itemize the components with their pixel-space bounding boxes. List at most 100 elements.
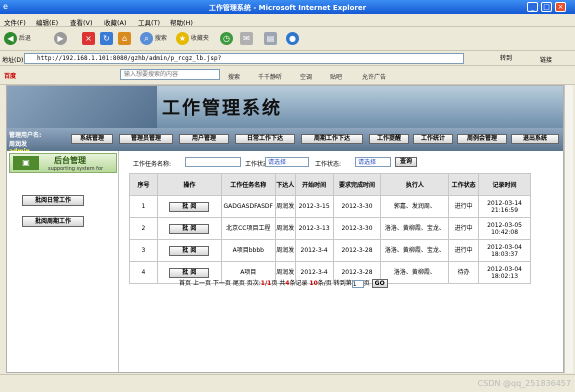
- nav-admin[interactable]: 管理员管理: [119, 134, 173, 144]
- window-title: 工作管理系统 - Microsoft Internet Explorer: [208, 4, 367, 12]
- messenger-icon: ●: [286, 32, 299, 45]
- sidebar-title: 后台管理: [54, 156, 86, 165]
- links-label[interactable]: 链接: [540, 55, 552, 64]
- goto-unit: 页: [363, 280, 370, 287]
- mail-button[interactable]: ✉: [240, 32, 253, 46]
- toolbar-item-ads[interactable]: 允许广告: [362, 72, 386, 81]
- mail-icon: ✉: [240, 32, 253, 45]
- cell-issuer: 周润发: [274, 239, 296, 262]
- nav-periodic-issue[interactable]: 周期工作下达: [301, 134, 363, 144]
- go-button[interactable]: 转到: [500, 53, 512, 62]
- search-button[interactable]: ⌕ 搜索: [140, 32, 167, 46]
- status2-select[interactable]: 请选择: [355, 157, 391, 167]
- sidebar: ▣ 后台管理 supporting system for 批阅日常工作 批阅周期…: [7, 151, 119, 372]
- page-current: 1/1: [260, 280, 272, 287]
- col-status: 工作状态: [448, 173, 480, 196]
- sidebar-review-daily[interactable]: 批阅日常工作: [22, 195, 84, 206]
- toolbar-search-input[interactable]: 输入想要搜索的内容: [120, 69, 220, 80]
- cell-issuer: 周润发: [274, 217, 296, 240]
- address-label: 地址(D): [2, 57, 24, 64]
- review-button[interactable]: 批 阅: [169, 201, 210, 212]
- messenger-button[interactable]: ●: [286, 32, 299, 46]
- main-nav: 管理用户名: 周润发 admin 系统管理 管理员管理 用户管理 日常工作下达 …: [7, 128, 563, 155]
- toolbar-item-aircon[interactable]: 空调: [300, 72, 312, 81]
- col-action: 操作: [156, 173, 222, 196]
- page-next-link[interactable]: 下一页: [213, 280, 231, 287]
- nav-system[interactable]: 系统管理: [71, 134, 113, 144]
- table-header-row: 序号 操作 工作任务名称 下达人 开始时间 要求完成时间 执行人 工作状态 记录…: [129, 173, 531, 196]
- maximize-button[interactable]: □: [541, 2, 552, 12]
- table-row: 3 批 阅 A项目bbbb 周润发 2012-3-4 2012-3-28 洛洛、…: [129, 239, 531, 262]
- back-button[interactable]: ◀ 后退: [4, 32, 31, 46]
- close-button[interactable]: ×: [555, 2, 566, 12]
- page-first-link[interactable]: 首页: [179, 280, 191, 287]
- favorites-button[interactable]: ★ 收藏夹: [176, 32, 209, 46]
- task-name-input[interactable]: [185, 157, 241, 167]
- menu-view[interactable]: 查看(V): [70, 17, 93, 27]
- pagination: 首页 上一页 下一页 尾页 页次:1/1页 共4条记录 10条/页 转到第1 页 …: [179, 278, 388, 288]
- nav-logout[interactable]: 退出系统: [511, 134, 559, 144]
- nav-statistics[interactable]: 工作统计: [413, 134, 453, 144]
- page-label: 页次:: [246, 280, 261, 287]
- history-button[interactable]: ◷: [220, 32, 233, 46]
- review-button[interactable]: 批 阅: [169, 245, 210, 256]
- address-input[interactable]: http://192.168.1.101:8080/gzhb/admin/p_r…: [24, 53, 464, 64]
- toolbar-search-button[interactable]: 搜索: [228, 72, 240, 81]
- refresh-button[interactable]: ↻: [100, 32, 113, 46]
- cell-no: 2: [129, 217, 158, 240]
- home-button[interactable]: ⌂: [118, 32, 131, 46]
- sidebar-subtitle: supporting system for: [48, 166, 104, 172]
- cell-due: 2012-3-30: [332, 217, 382, 240]
- cell-start: 2012-3-13: [294, 217, 334, 240]
- refresh-icon: ↻: [100, 32, 113, 45]
- stop-button[interactable]: ×: [82, 32, 95, 46]
- goto-page-input[interactable]: 1: [351, 279, 364, 288]
- query-button[interactable]: 查询: [395, 157, 417, 167]
- cell-task-name: A项目bbbb: [220, 239, 276, 262]
- minimize-button[interactable]: _: [527, 2, 538, 12]
- page-last-link[interactable]: 尾页: [233, 280, 245, 287]
- per-page-unit: 条/页: [317, 280, 332, 287]
- app-title: 工作管理系统: [162, 98, 282, 119]
- banner-image: [7, 86, 157, 128]
- col-due: 要求完成时间: [332, 173, 382, 196]
- total-unit: 条记录: [289, 280, 308, 287]
- col-issuer: 下达人: [274, 173, 296, 196]
- col-task-name: 工作任务名称: [220, 173, 276, 196]
- home-icon: ⌂: [118, 32, 131, 45]
- goto-button[interactable]: GO: [371, 279, 388, 288]
- menu-help[interactable]: 帮助(H): [170, 17, 193, 27]
- table-row: 1 批 阅 GADGASDFASDF 周润发 2012-3-15 2012-3-…: [129, 195, 531, 218]
- sidebar-review-periodic[interactable]: 批阅周期工作: [22, 216, 84, 227]
- nav-daily-issue[interactable]: 日常工作下达: [235, 134, 295, 144]
- menu-favorites[interactable]: 收藏(A): [104, 17, 127, 27]
- cell-task-name: GADGASDFASDF: [220, 195, 276, 218]
- menu-bar: 文件(F) 编辑(E) 查看(V) 收藏(A) 工具(T) 帮助(H): [0, 14, 575, 27]
- cell-executor: 洛洛、黄柳霞、宝龙、: [380, 217, 450, 240]
- nav-weekly-meeting[interactable]: 周例会管理: [457, 134, 507, 144]
- cell-no: 4: [129, 261, 158, 284]
- cell-no: 3: [129, 239, 158, 262]
- page-unit: 页: [271, 280, 278, 287]
- status1-select[interactable]: 请选择: [265, 157, 309, 167]
- page-prev-link[interactable]: 上一页: [193, 280, 211, 287]
- review-button[interactable]: 批 阅: [169, 267, 210, 278]
- toolbar-item-ttplayer[interactable]: 千千静听: [258, 72, 282, 81]
- print-button[interactable]: ▤: [264, 32, 277, 46]
- menu-edit[interactable]: 编辑(E): [36, 17, 58, 27]
- cell-start: 2012-3-15: [294, 195, 334, 218]
- cell-action: 批 阅: [156, 195, 222, 218]
- menu-file[interactable]: 文件(F): [4, 17, 26, 27]
- toolbar-item-tieba[interactable]: 贴吧: [330, 72, 342, 81]
- user-role: 周润发: [9, 141, 28, 148]
- review-button[interactable]: 批 阅: [169, 223, 210, 234]
- sidebar-header: ▣ 后台管理 supporting system for: [9, 153, 117, 173]
- nav-reminders[interactable]: 工作提醒: [369, 134, 409, 144]
- app-banner: 工作管理系统: [7, 86, 563, 128]
- admin-monitor-icon: ▣: [13, 156, 39, 170]
- menu-tools[interactable]: 工具(T): [138, 17, 160, 27]
- vertical-scrollbar[interactable]: [564, 85, 573, 373]
- forward-button[interactable]: ▶: [54, 32, 67, 46]
- nav-users[interactable]: 用户管理: [179, 134, 229, 144]
- cell-record-time: 2012-03-04 18:02:13: [478, 261, 531, 284]
